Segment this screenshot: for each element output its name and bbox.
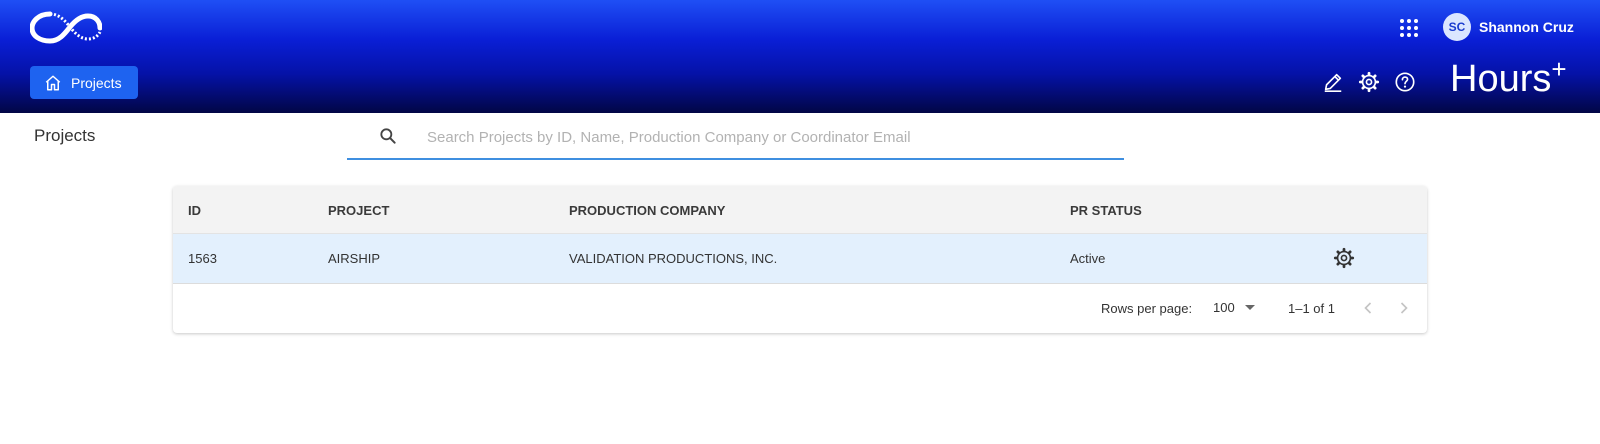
edit-pencil-icon[interactable] [1322, 71, 1344, 93]
cell-project: AIRSHIP [328, 251, 381, 266]
logo-icon[interactable] [30, 10, 102, 44]
row-settings-gear-icon[interactable] [1333, 247, 1355, 269]
column-header-pr-status[interactable]: PR STATUS [1070, 203, 1142, 218]
column-header-project[interactable]: PROJECT [328, 203, 389, 218]
projects-nav-label: Projects [71, 74, 122, 91]
page-title: Projects [34, 126, 96, 145]
app-header: SC Shannon Cruz Projects Hours+ [0, 0, 1600, 113]
search-icon [380, 128, 396, 144]
previous-page-chevron-icon[interactable] [1358, 298, 1378, 318]
projects-nav-button[interactable]: Projects [30, 66, 138, 99]
rows-per-page-value: 100 [1213, 300, 1235, 315]
cell-id: 1563 [188, 251, 217, 266]
table-row[interactable]: 1563 AIRSHIP VALIDATION PRODUCTIONS, INC… [173, 234, 1427, 284]
projects-table: ID PROJECT PRODUCTION COMPANY PR STATUS … [173, 186, 1427, 333]
home-icon [45, 75, 61, 90]
rows-per-page-label: Rows per page: [1101, 301, 1193, 316]
help-icon[interactable] [1394, 71, 1416, 93]
next-page-chevron-icon[interactable] [1394, 298, 1414, 318]
cell-pr-status: Active [1070, 251, 1106, 266]
table-pagination: Rows per page: 100 1–1 of 1 [173, 284, 1427, 333]
gear-icon[interactable] [1358, 71, 1380, 93]
rows-per-page-select[interactable]: 100 [1213, 300, 1255, 315]
user-name[interactable]: Shannon Cruz [1479, 19, 1574, 35]
search-input[interactable] [425, 122, 1109, 152]
column-header-production-company[interactable]: PRODUCTION COMPANY [569, 203, 725, 218]
apps-grid-icon[interactable] [1397, 16, 1421, 40]
pagination-range: 1–1 of 1 [1288, 301, 1335, 316]
column-header-id[interactable]: ID [188, 203, 201, 218]
brand-logo-text: Hours+ [1450, 54, 1567, 100]
table-header: ID PROJECT PRODUCTION COMPANY PR STATUS [173, 186, 1427, 234]
search-bar [347, 118, 1124, 160]
avatar[interactable]: SC [1443, 13, 1471, 41]
cell-production-company: VALIDATION PRODUCTIONS, INC. [569, 251, 778, 266]
dropdown-caret-icon [1244, 305, 1255, 310]
